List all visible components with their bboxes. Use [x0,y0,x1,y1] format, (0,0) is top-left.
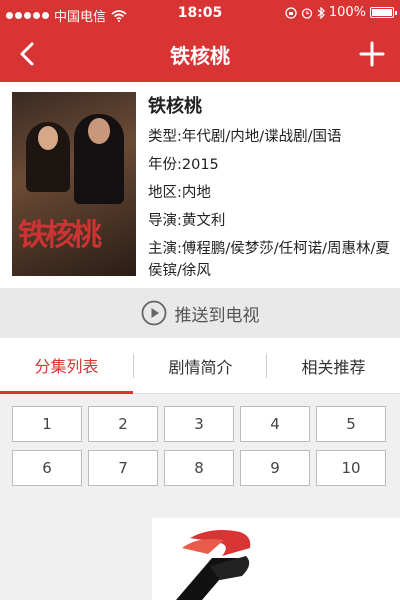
rotation-lock-icon [285,6,297,19]
episode-button[interactable]: 8 [164,450,234,486]
nav-bar: 铁核桃 [0,28,400,82]
page-title: 铁核桃 [170,44,230,68]
show-meta: 铁核桃 类型:年代剧/内地/谍战剧/国语 年份:2015 地区:内地 导演:黄文… [148,92,392,288]
show-title: 铁核桃 [148,96,202,117]
header: 中国电信 18:05 100% 铁核桃 [0,0,400,82]
episode-grid: 1 2 3 4 5 6 7 8 9 10 [0,396,400,514]
episode-button[interactable]: 6 [12,450,82,486]
episode-button[interactable]: 9 [240,450,310,486]
bottom-area [0,514,400,600]
poster-face-right [88,118,110,144]
poster-title: 铁核桃 [18,218,102,253]
episode-button[interactable]: 5 [316,406,386,442]
show-year: 年份:2015 [148,157,219,173]
episode-button[interactable]: 1 [12,406,82,442]
show-region: 地区:内地 [148,185,211,201]
poster-face-left [38,126,58,150]
brand-logo-icon [176,530,251,600]
play-circle-icon [141,300,166,326]
episode-button[interactable]: 7 [88,450,158,486]
add-icon[interactable] [354,36,390,72]
show-cast: 主演:傅程鹏/侯梦莎/任柯诺/周惠林/夏侯镔/徐风 [148,241,390,279]
logo-banner [152,518,400,600]
status-right: 100% [285,5,397,20]
tab-synopsis[interactable]: 剧情简介 [134,338,267,394]
show-type: 类型:年代剧/内地/谍战剧/国语 [148,129,342,145]
bluetooth-icon [317,6,325,19]
episode-button[interactable]: 3 [164,406,234,442]
show-director: 导演:黄文利 [148,213,226,229]
show-poster[interactable]: 铁核桃 [12,92,136,276]
tab-episode-list[interactable]: 分集列表 [0,338,133,394]
battery-icon [370,7,397,18]
battery-percent: 100% [328,5,366,20]
episode-button[interactable]: 10 [316,450,386,486]
status-bar: 中国电信 18:05 100% [0,0,400,28]
push-to-tv-label: 推送到电视 [174,305,260,326]
battery-fill [372,9,392,16]
push-to-tv-button[interactable]: 推送到电视 [0,288,400,338]
tab-recommendations[interactable]: 相关推荐 [267,338,400,394]
tab-bar: 分集列表 剧情简介 相关推荐 [0,338,400,394]
episode-button[interactable]: 4 [240,406,310,442]
alarm-icon [301,7,312,19]
episode-button[interactable]: 2 [88,406,158,442]
show-info: 铁核桃 铁核桃 类型:年代剧/内地/谍战剧/国语 年份:2015 地区:内地 导… [0,82,400,288]
